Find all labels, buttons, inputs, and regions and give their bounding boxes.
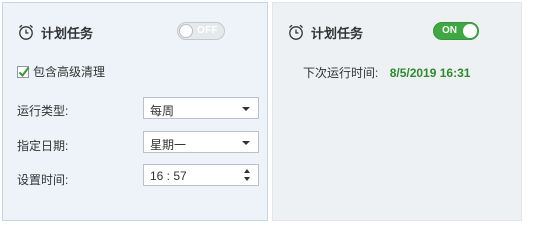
spin-down-icon[interactable] — [244, 177, 250, 181]
panel-title: 计划任务 — [41, 25, 94, 41]
toggle-state-label: OFF — [197, 25, 218, 36]
run-type-select[interactable]: 每周 — [143, 97, 259, 119]
dropdown-arrow-icon — [242, 107, 250, 111]
scheduled-task-panel-off: 计划任务 OFF 包含高级清理 运行类型: 每周 指定日期: 星期一 设置时间:… — [2, 2, 268, 221]
toggle-state-label: ON — [442, 25, 457, 36]
date-select[interactable]: 星期一 — [143, 131, 259, 153]
time-spinner[interactable]: 16 : 57 — [143, 164, 259, 186]
next-run-time: 8/5/2019 16:31 — [389, 66, 471, 80]
panel-header: 计划任务 — [287, 22, 363, 42]
panel-title: 计划任务 — [311, 25, 364, 41]
schedule-toggle-on[interactable]: ON — [433, 22, 479, 40]
alarm-clock-icon — [287, 23, 305, 41]
scheduled-task-panel-on: 计划任务 ON 下次运行时间: 8/5/2019 16:31 — [272, 2, 522, 221]
spin-up-icon[interactable] — [244, 169, 250, 173]
next-run-info: 下次运行时间: 8/5/2019 16:31 — [303, 64, 470, 81]
checkmark-icon — [18, 66, 30, 77]
include-advanced-clean-row[interactable]: 包含高级清理 — [17, 63, 105, 80]
run-type-value: 每周 — [150, 104, 175, 118]
dropdown-arrow-icon — [242, 141, 250, 145]
toggle-knob — [179, 24, 193, 38]
panel-header: 计划任务 — [17, 22, 93, 42]
next-run-label: 下次运行时间: — [303, 66, 379, 80]
schedule-toggle-off[interactable]: OFF — [177, 22, 225, 40]
date-label: 指定日期: — [17, 139, 69, 153]
include-advanced-clean-label: 包含高级清理 — [33, 65, 106, 79]
include-advanced-clean-checkbox[interactable] — [17, 65, 30, 78]
time-label: 设置时间: — [17, 173, 69, 187]
toggle-knob — [463, 24, 477, 38]
date-value: 星期一 — [150, 138, 187, 152]
time-value: 16 : 57 — [150, 169, 187, 183]
alarm-clock-icon — [17, 23, 35, 41]
run-type-label: 运行类型: — [17, 104, 69, 118]
